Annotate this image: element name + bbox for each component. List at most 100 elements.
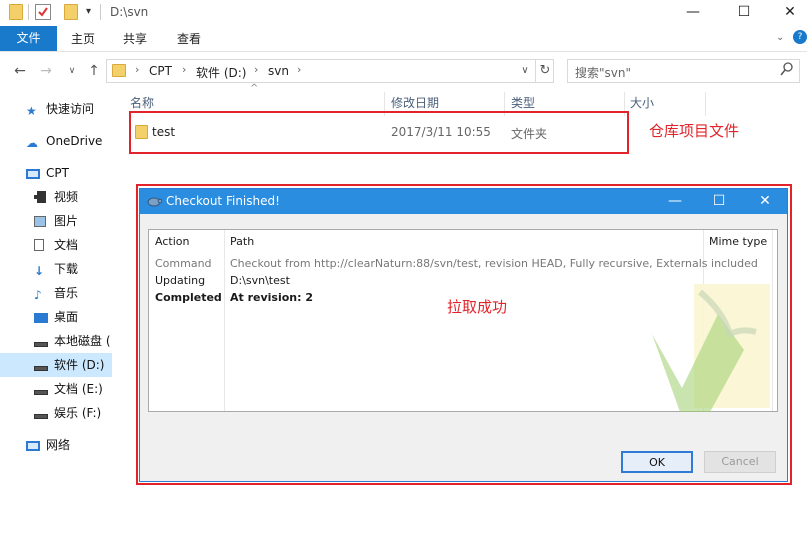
breadcrumb-cpt[interactable]: CPT bbox=[149, 64, 172, 78]
dialog-maximize-button[interactable]: ☐ bbox=[696, 189, 742, 214]
divider bbox=[28, 4, 29, 20]
column-action[interactable]: Action bbox=[155, 235, 189, 248]
sort-arrow-icon: ^ bbox=[250, 83, 259, 94]
sidebar-item-label: 文档 (E:) bbox=[54, 382, 103, 396]
sidebar-item-label: 本地磁盘 ( bbox=[54, 334, 111, 348]
chevron-right-icon: › bbox=[182, 63, 187, 76]
sidebar-item-label: OneDrive bbox=[46, 134, 103, 148]
column-mime[interactable]: Mime type bbox=[709, 235, 767, 248]
drive-icon bbox=[34, 355, 48, 371]
sidebar-item[interactable]: ↓ 下载 bbox=[0, 257, 112, 281]
star-icon: ★ bbox=[26, 104, 37, 118]
dialog-close-button[interactable]: ✕ bbox=[742, 189, 788, 214]
back-arrow-icon[interactable]: ← bbox=[10, 60, 30, 82]
search-icon[interactable] bbox=[780, 61, 794, 80]
sidebar-item-label: 桌面 bbox=[54, 310, 79, 324]
refresh-icon[interactable]: ↻ bbox=[535, 60, 554, 82]
tab-share[interactable]: 共享 bbox=[123, 26, 147, 51]
sidebar-item-label: CPT bbox=[46, 166, 69, 180]
annotation-box bbox=[129, 111, 629, 154]
video-icon bbox=[34, 187, 48, 203]
breadcrumb-drive[interactable]: 软件 (D:) bbox=[196, 64, 246, 81]
address-dropdown-icon[interactable]: ∨ bbox=[516, 60, 534, 82]
sidebar-item-label: 视频 bbox=[54, 190, 79, 204]
cancel-button[interactable]: Cancel bbox=[704, 451, 776, 473]
network-icon bbox=[26, 435, 40, 451]
folder-icon bbox=[9, 4, 23, 20]
sidebar-item[interactable]: 文档 (E:) bbox=[0, 377, 112, 401]
tab-file[interactable]: 文件 bbox=[0, 26, 57, 51]
sidebar-item-label: 网络 bbox=[46, 438, 71, 452]
column-path[interactable]: Path bbox=[230, 235, 254, 248]
tortoise-icon bbox=[146, 194, 163, 211]
checkmark-watermark-icon bbox=[652, 284, 772, 415]
result-action: Updating bbox=[155, 274, 206, 287]
sidebar-item[interactable]: 本地磁盘 ( bbox=[0, 329, 112, 353]
document-icon bbox=[34, 235, 48, 251]
sidebar-item[interactable]: ★ 快速访问 bbox=[0, 97, 112, 121]
sidebar-item[interactable]: 文档 bbox=[0, 233, 112, 257]
folder-icon bbox=[112, 64, 126, 77]
forward-arrow-icon[interactable]: → bbox=[36, 60, 56, 82]
chevron-right-icon: › bbox=[254, 63, 259, 76]
download-icon: ↓ bbox=[34, 264, 45, 278]
chevron-down-icon[interactable]: ⌄ bbox=[776, 32, 784, 43]
sidebar-item-label: 娱乐 (F:) bbox=[54, 406, 102, 420]
sidebar-item[interactable]: ☁ OneDrive bbox=[0, 129, 112, 153]
music-icon: ♪ bbox=[34, 288, 42, 302]
annotation-repo-label: 仓库项目文件 bbox=[649, 122, 740, 140]
result-path: D:\svn\test bbox=[230, 274, 290, 287]
window-title: D:\svn bbox=[110, 5, 149, 19]
sidebar-item[interactable]: CPT bbox=[0, 161, 112, 185]
computer-icon bbox=[26, 163, 40, 179]
column-divider bbox=[772, 230, 773, 411]
sidebar-item[interactable]: 图片 bbox=[0, 209, 112, 233]
result-path: Checkout from http://clearNaturn:88/svn/… bbox=[230, 257, 758, 270]
breadcrumb-svn[interactable]: svn bbox=[268, 64, 289, 78]
close-button[interactable]: ✕ bbox=[767, 0, 807, 26]
address-bar[interactable] bbox=[106, 59, 554, 83]
sidebar-item-label: 下载 bbox=[54, 262, 79, 276]
sidebar-item[interactable]: 网络 bbox=[0, 433, 112, 457]
result-path: At revision: 2 bbox=[230, 291, 314, 304]
sidebar-item-label: 图片 bbox=[54, 214, 79, 228]
sidebar-item-label: 快速访问 bbox=[46, 102, 95, 116]
ribbon-bar bbox=[0, 26, 807, 52]
drive-icon bbox=[34, 379, 48, 395]
help-icon[interactable]: ? bbox=[793, 30, 807, 44]
column-divider bbox=[224, 230, 225, 411]
column-size[interactable]: 大小 bbox=[630, 93, 654, 115]
ok-button[interactable]: OK bbox=[621, 451, 693, 473]
divider bbox=[100, 4, 101, 20]
sidebar-item[interactable]: 视频 bbox=[0, 185, 112, 209]
tab-view[interactable]: 查看 bbox=[177, 26, 201, 51]
sidebar-item[interactable]: 娱乐 (F:) bbox=[0, 401, 112, 425]
annotation-success-label: 拉取成功 bbox=[447, 298, 508, 316]
new-folder-icon[interactable] bbox=[64, 4, 78, 20]
sidebar-item[interactable]: 桌面 bbox=[0, 305, 112, 329]
minimize-button[interactable]: — bbox=[670, 0, 716, 26]
properties-icon[interactable] bbox=[35, 4, 51, 20]
sidebar-item[interactable]: ♪ 音乐 bbox=[0, 281, 112, 305]
dialog-minimize-button[interactable]: — bbox=[652, 189, 698, 214]
maximize-button[interactable]: ☐ bbox=[721, 0, 767, 26]
chevron-right-icon: › bbox=[135, 63, 140, 76]
cloud-icon: ☁ bbox=[26, 136, 38, 150]
quick-access-dropdown-icon[interactable]: ▾ bbox=[86, 6, 91, 17]
chevron-right-icon: › bbox=[297, 63, 302, 76]
dialog-title: Checkout Finished! bbox=[166, 194, 280, 208]
recent-dropdown-icon[interactable]: ∨ bbox=[62, 60, 82, 82]
column-divider[interactable] bbox=[705, 92, 706, 116]
sidebar-item[interactable]: 软件 (D:) bbox=[0, 353, 112, 377]
search-placeholder: 搜索"svn" bbox=[575, 66, 631, 80]
drive-icon bbox=[34, 403, 48, 419]
sidebar-item-label: 音乐 bbox=[54, 286, 79, 300]
sidebar-item-label: 软件 (D:) bbox=[54, 358, 105, 372]
drive-icon bbox=[34, 331, 48, 347]
result-action: Command bbox=[155, 257, 212, 270]
desktop-icon bbox=[34, 307, 48, 323]
tab-home[interactable]: 主页 bbox=[71, 26, 95, 51]
up-arrow-icon[interactable]: ↑ bbox=[84, 60, 104, 82]
picture-icon bbox=[34, 211, 48, 227]
result-action: Completed bbox=[155, 291, 222, 304]
